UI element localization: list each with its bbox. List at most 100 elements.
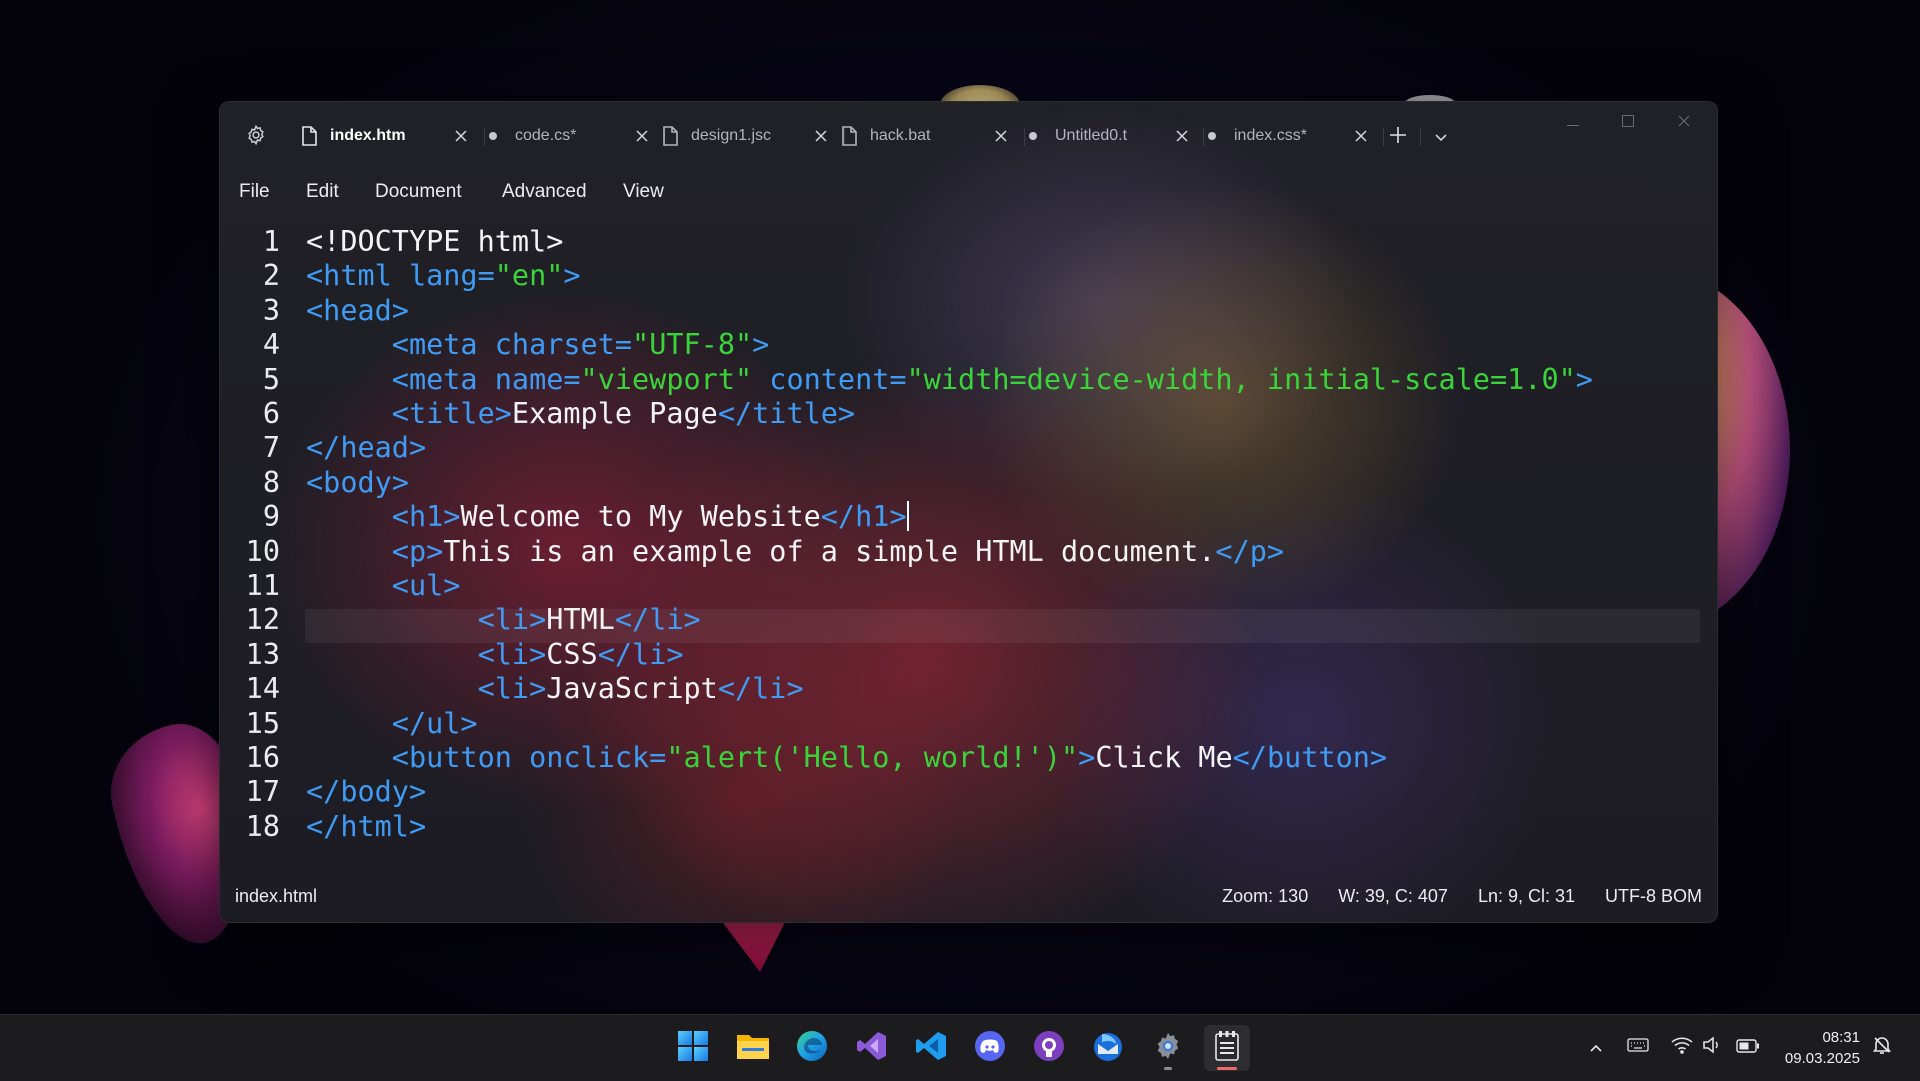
close-icon[interactable] xyxy=(1350,125,1372,147)
new-tab-button[interactable] xyxy=(1383,122,1413,152)
code-line: 14 <li>JavaScript</li> xyxy=(220,672,1717,706)
taskbar-file-explorer[interactable] xyxy=(730,1025,776,1071)
close-window-button[interactable] xyxy=(1667,110,1701,132)
file-explorer-icon xyxy=(736,1031,770,1065)
menu-document[interactable]: Document xyxy=(375,178,462,206)
tab-untitled0[interactable]: Untitled0.t xyxy=(1025,114,1193,158)
tab-code-cs[interactable]: code.cs* xyxy=(485,114,653,158)
taskbar-settings[interactable] xyxy=(1145,1025,1191,1071)
taskbar-visual-studio[interactable] xyxy=(849,1025,895,1071)
windows-start-icon xyxy=(677,1030,709,1066)
line-code: <button onclick="alert('Hello, world!')"… xyxy=(306,741,1387,775)
code-token-tag: </h1> xyxy=(820,500,907,534)
tab-list-button[interactable] xyxy=(1428,124,1454,150)
code-line: 13 <li>CSS</li> xyxy=(220,638,1717,672)
battery-icon xyxy=(1736,1038,1760,1057)
code-line: 8 <body> xyxy=(220,466,1717,500)
status-cursor-position[interactable]: Ln: 9, Cl: 31 xyxy=(1478,886,1575,907)
code-token-text: This is an example of a simple HTML docu… xyxy=(443,534,1216,568)
active-indicator xyxy=(1217,1067,1237,1070)
code-token-tag: <meta xyxy=(391,328,495,362)
taskbar-edge[interactable] xyxy=(789,1025,835,1071)
network-tray-button[interactable] xyxy=(1670,1035,1694,1059)
code-line: 6 <title>Example Page</title> xyxy=(220,397,1717,431)
show-hidden-icons-button[interactable] xyxy=(1584,1035,1608,1059)
tab-hack-bat[interactable]: hack.bat xyxy=(840,114,1012,158)
code-line: 4 <meta charset="UTF-8"> xyxy=(220,328,1717,362)
line-number: 10 xyxy=(245,534,280,568)
code-token-attr: content= xyxy=(752,362,907,396)
line-number: 17 xyxy=(245,775,280,809)
line-code: <html lang="en"> xyxy=(306,259,581,293)
line-number: 6 xyxy=(262,397,280,430)
code-token-str: "en" xyxy=(494,259,564,293)
code-token-text: HTML xyxy=(546,603,615,637)
status-info: Zoom: 130 W: 39, C: 407 Ln: 9, Cl: 31 UT… xyxy=(1222,886,1702,907)
maximize-button[interactable] xyxy=(1611,110,1645,132)
tab-design1-jsc[interactable]: design1.jsc xyxy=(661,114,832,158)
status-encoding[interactable]: UTF-8 BOM xyxy=(1605,886,1702,907)
close-icon[interactable] xyxy=(990,125,1012,147)
close-icon[interactable] xyxy=(1171,125,1193,147)
code-token-tag: <button xyxy=(391,741,530,774)
status-zoom[interactable]: Zoom: 130 xyxy=(1222,886,1308,907)
speaker-icon xyxy=(1702,1036,1722,1058)
code-token-tag: <meta xyxy=(391,362,495,396)
line-number: 11 xyxy=(245,569,280,602)
code-token-text: Click Me xyxy=(1095,741,1233,774)
menu-edit[interactable]: Edit xyxy=(306,178,339,206)
code-line: 12 <li>HTML</li> xyxy=(220,603,1717,637)
tab-label: index.css* xyxy=(1234,127,1307,144)
unsaved-dot-icon xyxy=(1029,132,1037,140)
taskbar-discord[interactable] xyxy=(967,1025,1013,1071)
line-code: <meta charset="UTF-8"> xyxy=(306,328,770,362)
code-token-tag: <head> xyxy=(306,293,409,327)
code-editor[interactable]: 1 <!DOCTYPE html> 2 <html lang="en"> 3 <head>… xyxy=(220,217,1717,843)
code-token-text: <!DOCTYPE html> xyxy=(306,225,564,258)
keyboard-icon xyxy=(1627,1037,1649,1057)
code-token-tag: </p> xyxy=(1215,534,1285,568)
settings-button[interactable] xyxy=(240,121,272,153)
taskbar-clock[interactable]: 08:31 09.03.2025 xyxy=(1775,1027,1860,1069)
discord-icon xyxy=(974,1030,1006,1066)
code-token-tag: > xyxy=(563,259,581,293)
taskbar-github-desktop[interactable] xyxy=(1026,1025,1072,1071)
code-line: 5 <meta name="viewport" content="width=d… xyxy=(220,363,1717,397)
text-caret xyxy=(906,501,909,532)
line-code: <head> xyxy=(306,294,409,328)
line-number: 3 xyxy=(262,293,280,327)
line-code: </body> xyxy=(306,775,426,809)
file-icon xyxy=(300,126,318,146)
close-icon[interactable] xyxy=(631,125,653,147)
code-token-str: "width=device-width, initial-scale=1.0" xyxy=(906,362,1576,396)
wifi-icon xyxy=(1671,1036,1693,1058)
taskbar-thunderbird[interactable] xyxy=(1085,1025,1131,1071)
close-icon[interactable] xyxy=(810,125,832,147)
minimize-button[interactable] xyxy=(1556,110,1590,132)
line-code: <title>Example Page</title> xyxy=(306,397,855,431)
code-token-tag: <p> xyxy=(391,534,444,568)
keyboard-tray-button[interactable] xyxy=(1626,1035,1650,1059)
title-bar[interactable]: index.htm code.cs* design1.jsc hack.bat … xyxy=(220,102,1717,170)
battery-tray-button[interactable] xyxy=(1736,1035,1760,1059)
start-button[interactable] xyxy=(670,1025,716,1071)
line-number: 13 xyxy=(245,637,280,671)
tab-index-htm[interactable]: index.htm xyxy=(300,114,472,158)
taskbar-notepad[interactable] xyxy=(1204,1025,1250,1071)
taskbar-vscode[interactable] xyxy=(908,1025,954,1071)
menu-view[interactable]: View xyxy=(623,178,664,206)
menu-bar: File Edit Document Advanced View xyxy=(220,170,1717,214)
tab-index-css[interactable]: index.css* xyxy=(1204,114,1372,158)
unsaved-dot-icon xyxy=(489,132,497,140)
notification-center-button[interactable] xyxy=(1870,1035,1894,1059)
menu-file[interactable]: File xyxy=(239,178,270,206)
code-token-tag: <ul> xyxy=(391,569,461,602)
volume-tray-button[interactable] xyxy=(1700,1035,1724,1059)
close-icon[interactable] xyxy=(450,125,472,147)
menu-advanced[interactable]: Advanced xyxy=(502,178,587,206)
